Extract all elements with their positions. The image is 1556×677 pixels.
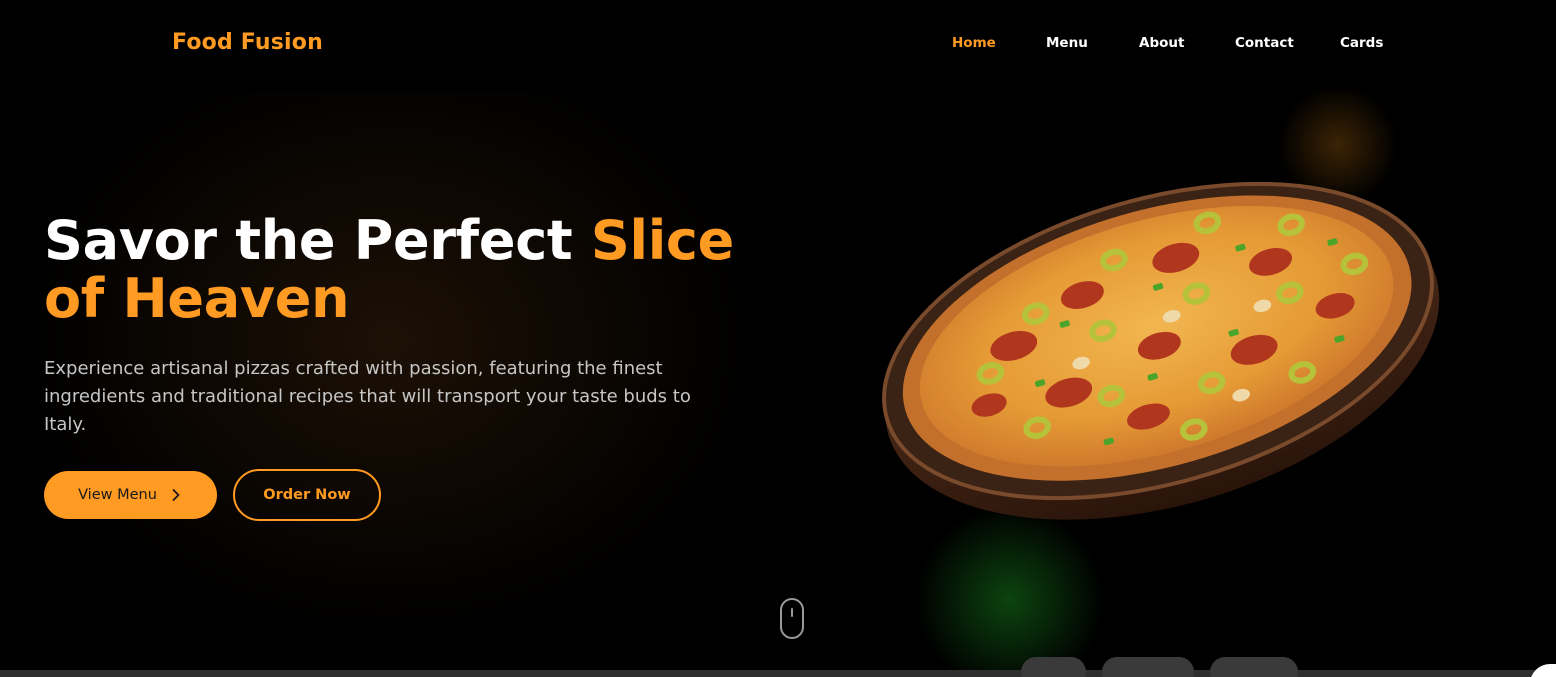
hero-headline: Savor the Perfect Slice of Heaven — [44, 212, 804, 328]
scroll-wheel — [791, 608, 793, 617]
headline-text: Savor the Perfect — [44, 209, 591, 272]
nav-cards[interactable]: Cards — [1340, 35, 1383, 51]
bottom-pill[interactable] — [1102, 657, 1194, 677]
mouse-scroll-icon[interactable] — [780, 598, 804, 639]
nav-home[interactable]: Home — [952, 35, 996, 51]
hero-section: Savor the Perfect Slice of Heaven Experi… — [0, 90, 1556, 670]
bottom-pill[interactable] — [1021, 657, 1086, 677]
nav-contact[interactable]: Contact — [1235, 35, 1294, 51]
navbar: Food Fusion Home Menu About Contact Card… — [0, 0, 1556, 90]
view-menu-button[interactable]: View Menu — [44, 471, 217, 519]
bottom-pill[interactable] — [1210, 657, 1298, 677]
pizza-image — [882, 181, 1440, 520]
order-now-button[interactable]: Order Now — [233, 469, 381, 521]
order-now-label: Order Now — [263, 487, 351, 503]
decorative-glow — [915, 505, 1105, 670]
bottom-strip — [0, 670, 1556, 677]
nav-about[interactable]: About — [1139, 35, 1184, 51]
brand-logo[interactable]: Food Fusion — [172, 30, 323, 55]
chevron-right-icon — [172, 489, 180, 501]
view-menu-label: View Menu — [78, 487, 157, 503]
nav-menu[interactable]: Menu — [1046, 35, 1088, 51]
hero-subtitle: Experience artisanal pizzas crafted with… — [44, 358, 691, 435]
